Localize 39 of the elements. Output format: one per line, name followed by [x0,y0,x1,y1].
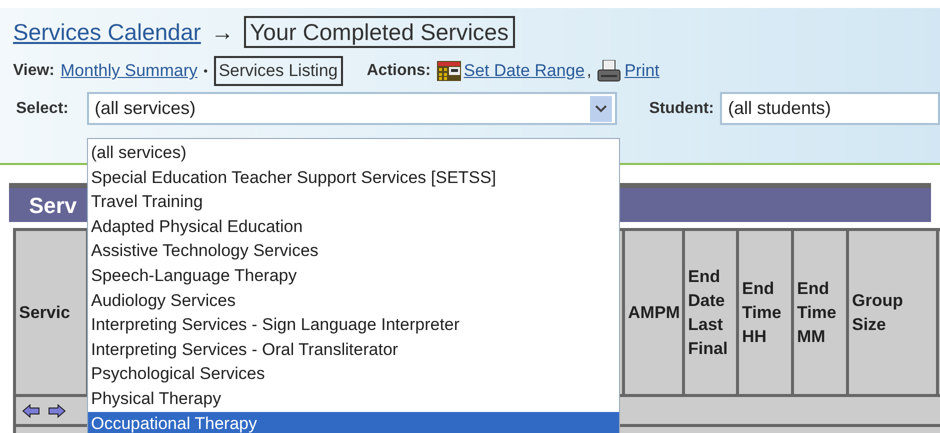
column-header: Group Size [852,290,904,336]
services-dropdown[interactable]: (all services) [86,92,618,125]
dropdown-option[interactable]: Speech-Language Therapy [88,264,619,289]
column-header: Servic [19,302,70,324]
student-label: Student: [649,98,714,118]
dropdown-option[interactable]: Psychological Services [88,362,619,387]
next-arrow-icon[interactable] [48,404,66,418]
actions-label: Actions: [366,61,431,81]
dropdown-option[interactable]: Adapted Physical Education [88,214,619,240]
column-header: End Time HH [742,278,782,348]
dropdown-option[interactable]: Occupational Therapy [88,412,619,433]
column-header: End Time MM [797,278,838,348]
column-header: End Date Last Final [688,266,729,360]
action-link[interactable]: Set Date Range [464,58,585,84]
dropdown-option[interactable]: Interpreting Services - Sign Language Interpreter [88,313,619,338]
dropdown-option[interactable]: Special Education Teacher Support Services [SETSS] [88,166,619,190]
dropdown-option[interactable]: Physical Therapy [88,386,619,412]
comma-separator: , [586,60,592,82]
arrow-separator: → [210,18,234,47]
previous-arrow-icon[interactable] [22,404,40,418]
section-title: Serv [29,192,77,220]
dropdown-option[interactable]: Assistive Technology Services [88,239,619,264]
caret-icon [595,104,608,112]
page-title: Your Completed Services [244,16,515,48]
dropdown-option[interactable]: Interpreting Services - Oral Transliterator [88,338,619,362]
breadcrumb-link[interactable]: Services Calendar [13,14,201,50]
dropdown-option[interactable]: Travel Training [88,190,619,215]
action-link[interactable]: Print [624,58,660,84]
view-link[interactable]: Services Listing [214,56,343,86]
student-dropdown[interactable]: (all students) [720,92,940,125]
bullet-separator: • [203,63,208,80]
view-label: View: [13,61,54,81]
printer-icon [597,60,622,82]
view-link[interactable]: Monthly Summary [60,58,198,84]
column-header: AMPM [628,302,680,324]
calendar-icon [436,61,461,81]
dropdown-option[interactable]: (all services) [88,141,619,166]
select-label: Select: [15,98,70,118]
dropdown-option[interactable]: Audiology Services [88,288,619,314]
